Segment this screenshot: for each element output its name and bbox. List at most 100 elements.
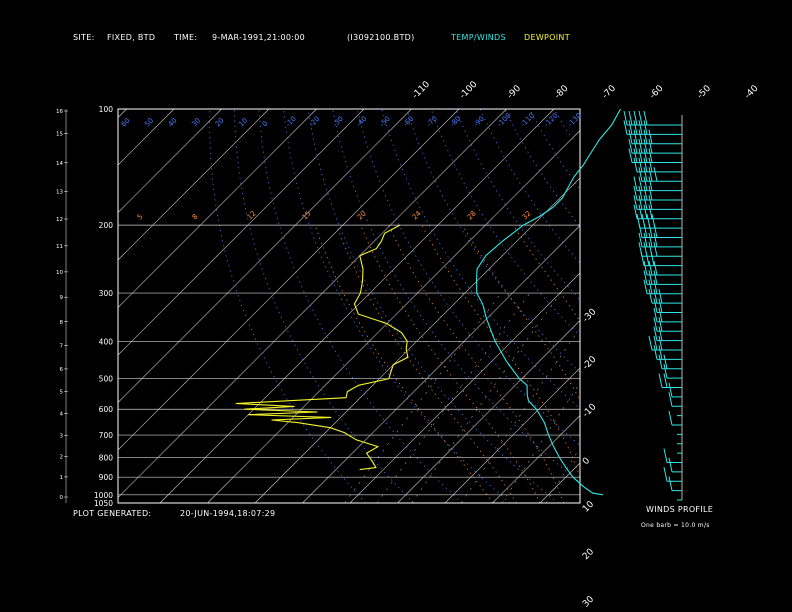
top-temperature-label: -110 bbox=[411, 79, 433, 101]
dry-adiabat-label: -90 bbox=[472, 115, 486, 129]
pressure-tick-label: 300 bbox=[99, 289, 114, 298]
height-tick-label: 1 bbox=[60, 475, 64, 481]
moist-adiabat-label: 20 bbox=[356, 209, 368, 221]
right-temperature-label: 30 bbox=[581, 594, 596, 609]
isotherm-grid bbox=[117, 108, 581, 504]
isotherm-line bbox=[117, 108, 507, 498]
dry-adiabat-label: -20 bbox=[308, 115, 322, 129]
winds-profile-title: WINDS PROFILE bbox=[646, 505, 714, 514]
wind-barb bbox=[668, 476, 673, 491]
dry-adiabat-label: -70 bbox=[425, 115, 439, 129]
height-tick-label: 5 bbox=[60, 390, 64, 396]
height-tick-label: 13 bbox=[56, 189, 63, 195]
dry-adiabat-label: 0 bbox=[261, 120, 270, 129]
moist-adiabat-label: 5 bbox=[136, 213, 145, 222]
moist-adiabat-label: 8 bbox=[191, 213, 200, 222]
wind-barb bbox=[645, 251, 650, 266]
isotherm-line bbox=[492, 415, 581, 504]
moist-adiabat-line bbox=[360, 224, 541, 504]
dry-adiabats bbox=[209, 108, 580, 504]
wind-barb bbox=[658, 373, 663, 388]
dry-adiabat-label: 10 bbox=[237, 116, 249, 128]
dry-adiabat-line bbox=[479, 108, 580, 263]
dry-adiabat-line bbox=[209, 108, 366, 504]
dry-adiabat-line bbox=[258, 108, 463, 504]
dry-adiabat-line bbox=[430, 108, 577, 333]
dry-adiabat-line bbox=[332, 108, 579, 482]
dry-adiabat-line bbox=[455, 108, 580, 299]
moist-adiabat-line bbox=[388, 224, 565, 504]
moist-adiabat-label: 12 bbox=[246, 209, 258, 221]
dry-adiabat-label: 30 bbox=[190, 116, 202, 128]
right-temperature-label: 20 bbox=[581, 547, 596, 562]
dry-adiabat-label: -120 bbox=[543, 112, 560, 129]
pressure-tick-label: 1050 bbox=[94, 499, 113, 508]
height-tick-label: 10 bbox=[56, 270, 63, 276]
moist-adiabat-label: 15 bbox=[301, 209, 313, 221]
top-temperature-label: -50 bbox=[696, 83, 714, 101]
isotherm-line bbox=[207, 130, 581, 504]
dry-adiabat-line bbox=[356, 108, 579, 445]
mixing-ratio-lines bbox=[344, 292, 579, 504]
mixing-ratio-line bbox=[376, 292, 531, 504]
mixing-ratio-line bbox=[501, 386, 578, 504]
dry-adiabat-label: 60 bbox=[120, 116, 132, 128]
height-tick-label: 12 bbox=[56, 217, 63, 223]
mixing-ratio-line bbox=[344, 292, 502, 504]
dry-adiabat-label: 50 bbox=[143, 116, 155, 128]
wind-barb bbox=[653, 167, 658, 182]
barb-note: One barb = 10.0 m/s bbox=[641, 522, 710, 529]
wind-barb bbox=[668, 410, 673, 426]
moist-adiabat-label: 28 bbox=[466, 209, 478, 221]
wind-barb bbox=[663, 448, 668, 463]
moist-adiabats bbox=[314, 224, 581, 504]
top-temperature-label: -80 bbox=[553, 83, 571, 101]
height-tick-label: 15 bbox=[56, 131, 63, 137]
height-tick-label: 8 bbox=[60, 320, 64, 326]
wind-barb bbox=[648, 335, 653, 351]
dry-adiabat-line bbox=[307, 108, 559, 504]
dry-adiabat-label: -80 bbox=[449, 115, 463, 129]
top-temperature-label: -70 bbox=[601, 83, 619, 101]
pressure-tick-label: 800 bbox=[99, 453, 114, 462]
wind-barb bbox=[650, 251, 655, 266]
footer-generated-value: 20-JUN-1994,18:07:29 bbox=[180, 509, 276, 518]
pressure-tick-label: 200 bbox=[99, 221, 114, 230]
height-tick-label: 4 bbox=[60, 412, 64, 418]
sounding-profiles bbox=[235, 108, 621, 496]
isotherm-line bbox=[302, 225, 581, 504]
top-temperature-label: -40 bbox=[743, 83, 761, 101]
height-tick-label: 16 bbox=[56, 109, 63, 115]
dry-adiabat-line bbox=[234, 108, 414, 504]
height-tick-label: 7 bbox=[60, 344, 64, 350]
height-tick-label: 2 bbox=[60, 454, 64, 460]
dry-adiabat-line bbox=[504, 108, 580, 226]
moist-adiabat-line bbox=[512, 224, 579, 320]
height-tick-label: 3 bbox=[60, 433, 64, 439]
pressure-tick-label: 500 bbox=[99, 375, 114, 384]
dry-adiabat-label: 40 bbox=[167, 116, 179, 128]
top-temperature-label: -90 bbox=[506, 83, 524, 101]
top-temperature-label: -60 bbox=[648, 83, 666, 101]
wind-barb bbox=[668, 457, 673, 472]
dry-adiabat-label: -30 bbox=[331, 115, 345, 129]
right-temperature-label: -20 bbox=[581, 354, 599, 372]
pressure-tick-label: 100 bbox=[99, 105, 114, 114]
wind-barb bbox=[663, 467, 668, 482]
moist-adiabat-label: 32 bbox=[521, 209, 533, 221]
moist-adiabat-label: 24 bbox=[411, 209, 423, 221]
right-temperature-label: -30 bbox=[581, 307, 599, 325]
height-tick-label: 11 bbox=[56, 244, 63, 250]
height-tick-label: 6 bbox=[60, 367, 64, 373]
pressure-tick-label: 600 bbox=[99, 405, 114, 414]
skewt-chart: 1002003004005006007008009001000105001234… bbox=[56, 79, 761, 609]
mixing-ratio-line bbox=[411, 292, 561, 504]
height-tick-label: 14 bbox=[56, 161, 63, 167]
right-temperature-label: 0 bbox=[581, 456, 592, 467]
isotherm-line bbox=[117, 108, 317, 308]
pressure-tick-label: 700 bbox=[99, 431, 114, 440]
dry-adiabat-label: 20 bbox=[214, 116, 226, 128]
dry-adiabat-label: -10 bbox=[284, 115, 298, 129]
pressure-tick-label: 900 bbox=[99, 473, 114, 482]
isotherm-line bbox=[539, 462, 581, 504]
